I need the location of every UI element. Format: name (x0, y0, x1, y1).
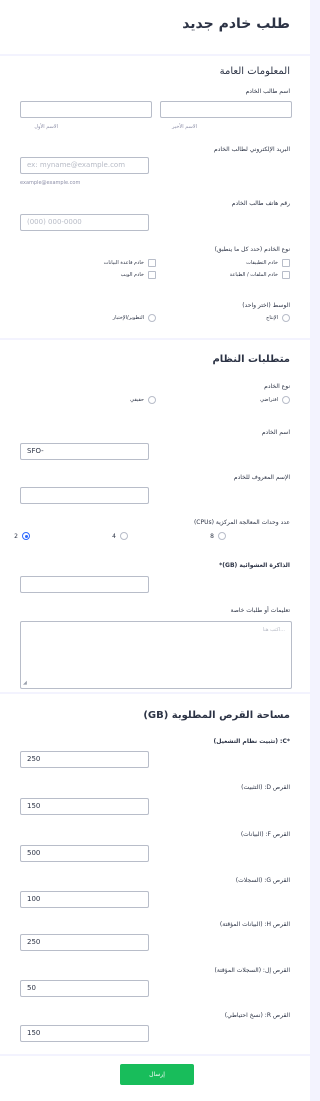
radio[interactable] (218, 532, 226, 540)
server-type-label: نوع الخادم (حدد كل ما ينطبق) (214, 246, 290, 253)
disk-section: مساحة القرص المطلوبة (GB) *C: (تثبيت نظا… (0, 694, 310, 1054)
requester-name-label: اسم طالب الخادم (245, 88, 290, 95)
server-kind-label: نوع الخادم (264, 383, 290, 390)
disk-r-label: القرص R: (نسخ احتياطي) (224, 1012, 290, 1019)
server-type-option[interactable]: خادم الويب (121, 271, 156, 279)
email-sublabel: example@example.com (20, 180, 81, 186)
server-type-option[interactable]: خادم قاعدة البيانات (104, 259, 156, 267)
disk-f-input[interactable]: 500 (20, 845, 149, 862)
memory-label: الذاكرة العشوائية (GB)* (219, 562, 290, 569)
radio[interactable] (148, 396, 156, 404)
server-name-label: اسم الخادم (261, 429, 290, 436)
form-title: طلب خادم جديد (182, 16, 290, 32)
system-section-title: متطلبات النظام (212, 354, 290, 365)
disk-section-title: مساحة القرص المطلوبة (GB) (143, 710, 290, 721)
environment-option[interactable]: الإنتاج (266, 314, 290, 322)
server-type-option[interactable]: خادم التطبيقات (246, 259, 290, 267)
form-header: طلب خادم جديد (0, 0, 310, 54)
email-label: البريد الإلكتروني لطالب الخادم (214, 146, 290, 153)
disk-d-label: القرص D: (التثبيت) (241, 784, 290, 791)
option-label: الإنتاج (266, 315, 278, 321)
disk-c-input[interactable]: 250 (20, 751, 149, 768)
option-label: 8 (210, 532, 214, 540)
disk-l-input[interactable]: 50 (20, 980, 149, 997)
server-type-option[interactable]: خادم الملفات / الطباعة (230, 271, 290, 279)
checkbox[interactable] (282, 271, 290, 279)
option-label: خادم قاعدة البيانات (103, 260, 144, 266)
option-label: التطوير/الإختبار (112, 315, 144, 321)
instructions-label: تعليمات أو طلبات خاصة (230, 607, 291, 614)
disk-d-input[interactable]: 150 (20, 798, 149, 815)
radio[interactable] (120, 532, 128, 540)
cpu-count-label: عدد وحدات المعالجة المركزية (CPUs) (193, 519, 290, 526)
cpu-option[interactable]: 2 (14, 532, 30, 540)
checkbox[interactable] (282, 259, 290, 267)
option-label: خادم التطبيقات (246, 260, 278, 266)
checkbox[interactable] (148, 259, 156, 267)
server-alias-label: الإسم المعروف للخادم (233, 474, 290, 481)
last-name-input[interactable] (20, 101, 152, 118)
resize-grip-icon[interactable]: ◢ (23, 680, 27, 686)
radio[interactable] (282, 314, 290, 322)
cpu-option[interactable]: 4 (112, 532, 128, 540)
phone-label: رقم هاتف طالب الخادم (231, 200, 290, 207)
system-section: متطلبات النظام نوع الخادم افتراضي حقيقي … (0, 340, 310, 692)
server-alias-input[interactable] (20, 487, 149, 504)
disk-l-label: القرص إل: (السجلات المؤقتة) (214, 967, 290, 974)
radio[interactable] (282, 396, 290, 404)
option-label: خادم الويب (120, 272, 144, 278)
last-name-sublabel: الاسم الأخير (172, 124, 197, 130)
first-name-input[interactable] (160, 101, 292, 118)
option-label: حقيقي (130, 397, 144, 403)
general-section-title: المعلومات العامة (219, 66, 290, 77)
environment-option[interactable]: التطوير/الإختبار (113, 314, 156, 322)
disk-f-label: القرص F: (البيانات) (240, 831, 290, 838)
disk-g-input[interactable]: 100 (20, 891, 149, 908)
instructions-placeholder: ...اكتب هنا (262, 627, 285, 633)
form-page: طلب خادم جديد المعلومات العامة اسم طالب … (0, 0, 310, 1101)
submit-button[interactable]: إرسال (120, 1064, 194, 1085)
radio[interactable] (148, 314, 156, 322)
option-label: 4 (112, 532, 116, 540)
instructions-textarea[interactable]: ...اكتب هنا ◢ (20, 621, 292, 689)
server-kind-option[interactable]: حقيقي (130, 396, 156, 404)
disk-h-input[interactable]: 250 (20, 934, 149, 951)
first-name-sublabel: الاسم الأول (34, 124, 58, 130)
server-kind-option[interactable]: افتراضي (260, 396, 290, 404)
server-name-input[interactable]: SFO- (20, 443, 149, 460)
checkbox[interactable] (148, 271, 156, 279)
phone-input[interactable]: (000) 000-0000 (20, 214, 149, 231)
option-label: 2 (14, 532, 18, 540)
disk-r-input[interactable]: 150 (20, 1025, 149, 1042)
disk-g-label: القرص G: (السجلات) (235, 877, 290, 884)
option-label: خادم الملفات / الطباعة (229, 272, 278, 278)
email-input[interactable]: ex: myname@example.com (20, 157, 149, 174)
disk-h-label: القرص H: (البيانات المؤقتة) (219, 921, 290, 928)
cpu-option[interactable]: 8 (210, 532, 226, 540)
environment-label: الوسط (اختر واحد) (242, 302, 290, 309)
option-label: افتراضي (260, 397, 278, 403)
submit-bar: إرسال (0, 1056, 310, 1101)
general-section: المعلومات العامة اسم طالب الخادم الاسم ا… (0, 56, 310, 338)
radio-selected[interactable] (22, 532, 30, 540)
memory-input[interactable] (20, 576, 149, 593)
disk-c-label: *C: (تثبيت نظام التشغيل) (213, 738, 290, 745)
